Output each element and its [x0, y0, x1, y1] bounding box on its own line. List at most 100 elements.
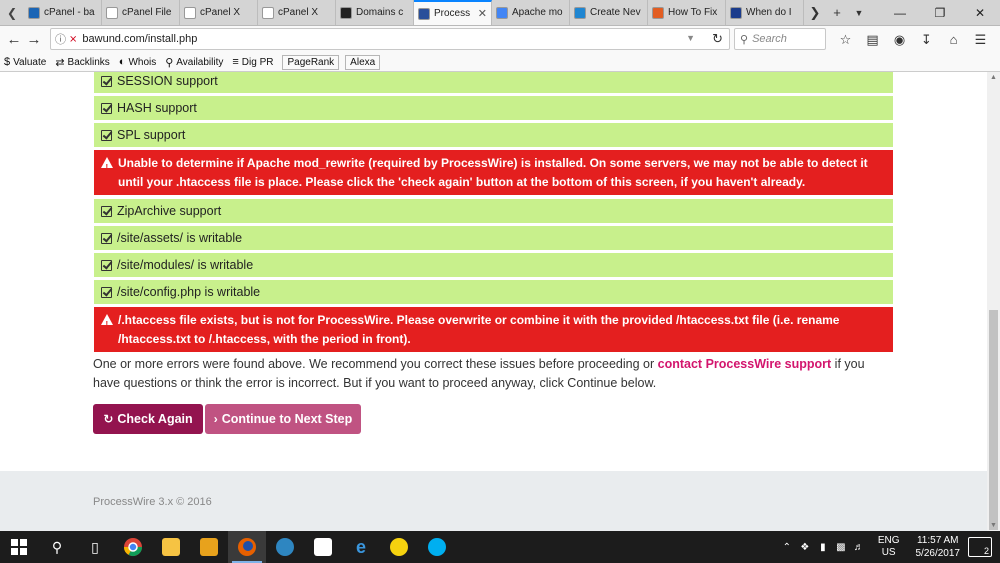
search-input[interactable]: ⚲ Search [734, 28, 826, 50]
minimize-icon[interactable]: — [880, 0, 920, 25]
check-again-button[interactable]: ↻ Check Again [93, 404, 203, 434]
download-icon[interactable]: ↧ [913, 32, 940, 48]
globe-icon: ◐ [118, 56, 126, 68]
magnifier-icon: ⚲ [165, 56, 174, 69]
pocket-icon[interactable]: ◉ [886, 32, 913, 48]
check-success-row: ZipArchive support [94, 199, 893, 223]
tab-label: cPanel File Man [122, 7, 175, 18]
page-footer: ProcessWire 3.x © 2016 [0, 471, 987, 531]
skype-icon[interactable] [418, 531, 456, 563]
url-bar[interactable]: ⓘ ⨯ bawund.com/install.php ▼ ↻ [50, 28, 730, 50]
tab-2[interactable]: cPanel X [180, 0, 258, 25]
language-indicator[interactable]: ENG US [878, 535, 900, 559]
tab-favicon-icon [340, 6, 352, 19]
clock[interactable]: 11:57 AM 5/26/2017 [916, 534, 961, 560]
home-icon[interactable]: ⌂ [940, 32, 967, 47]
reload-icon[interactable]: ↻ [712, 31, 723, 47]
contact-support-link[interactable]: contact ProcessWire support [658, 357, 832, 371]
url-text[interactable]: bawund.com/install.php [82, 33, 197, 45]
continue-button[interactable]: › Continue to Next Step [205, 404, 361, 434]
checkbox-checked-icon [101, 259, 112, 271]
scrollbar-thumb[interactable] [989, 310, 998, 530]
checkbox-checked-icon [101, 286, 112, 298]
battery-icon[interactable]: ▮ [816, 542, 830, 553]
menu-icon[interactable]: ☰ [967, 32, 994, 48]
check-success-row: /site/assets/ is writable [94, 226, 893, 250]
url-dropdown-icon[interactable]: ▼ [686, 33, 695, 43]
back-icon[interactable]: ← [4, 31, 24, 48]
new-tab-icon[interactable]: + [826, 5, 848, 20]
bookmarks-toolbar: $ Valuate ⇄ Backlinks ◐ Whois ⚲ Availability ≡ Di… [0, 53, 1000, 72]
scroll-down-icon[interactable]: ▼ [987, 522, 1000, 529]
tab-scroll-left-icon[interactable]: ❮ [0, 0, 24, 25]
scroll-up-icon[interactable]: ▲ [987, 74, 1000, 81]
tab-0[interactable]: cPanel - ba [24, 0, 102, 25]
tab-label: Apache mo [512, 7, 563, 18]
check-error-row: Unable to determine if Apache mod_rewrit… [94, 150, 893, 195]
tab-list-icon[interactable]: ▼ [848, 8, 870, 18]
restore-icon[interactable]: ❐ [920, 0, 960, 25]
tab-1[interactable]: cPanel File Man [102, 0, 180, 25]
show-hidden-icons-icon[interactable]: ⌃ [780, 542, 794, 553]
firefox-icon[interactable] [228, 531, 266, 563]
tab-label: cPanel X [200, 7, 241, 18]
duck-app-icon[interactable] [380, 531, 418, 563]
bookmark-box-1[interactable]: Alexa [345, 54, 381, 70]
tab-scroll-right-icon[interactable]: ❯ [804, 5, 826, 21]
search-taskbar-icon[interactable]: ⚲ [38, 531, 76, 563]
site-info-icon[interactable]: ⓘ [55, 31, 66, 47]
tab-6[interactable]: Apache mo [492, 0, 570, 25]
start-windows-icon[interactable] [0, 531, 38, 563]
check-success-row: /site/modules/ is writable [94, 253, 893, 277]
tab-label: cPanel X [278, 7, 319, 18]
tab-favicon-icon [574, 6, 586, 19]
rank-icon: ≡ [232, 56, 239, 68]
store-icon[interactable] [304, 531, 342, 563]
bookmark-star-icon[interactable]: ☆ [832, 32, 859, 48]
tab-8[interactable]: How To Fix [648, 0, 726, 25]
tab-label: cPanel - ba [44, 7, 95, 18]
tab-3[interactable]: cPanel X [258, 0, 336, 25]
tab-5[interactable]: Process ✕ [414, 0, 492, 25]
volume-icon[interactable]: ♬ [852, 542, 866, 553]
vertical-scrollbar[interactable]: ▲ ▼ [987, 72, 1000, 531]
notifications-icon[interactable]: 2 [968, 537, 992, 557]
edge-icon[interactable]: e [342, 531, 380, 563]
close-tab-icon[interactable]: ✕ [478, 7, 487, 20]
tab-favicon-icon [28, 6, 40, 19]
bookmark-2[interactable]: ◐ Whois [119, 56, 156, 69]
check-success-row: /site/config.php is writable [94, 280, 893, 304]
dropbox-icon[interactable]: ❖ [798, 542, 812, 553]
tab-favicon-icon [730, 6, 742, 19]
dollar-icon: $ [4, 56, 11, 68]
tab-label: When do I [746, 7, 792, 18]
bookmark-1[interactable]: ⇄ Backlinks [55, 56, 109, 69]
search-placeholder: Search [752, 33, 787, 45]
bookmark-box-0[interactable]: PageRank [282, 54, 340, 70]
task-view-icon[interactable]: ▯ [76, 531, 114, 563]
insecure-lock-icon[interactable]: ⨯ [69, 34, 77, 45]
warning-icon [101, 314, 113, 334]
reading-list-icon[interactable]: ▤ [859, 32, 886, 48]
error-notice: One or more errors were found above. We … [93, 357, 865, 390]
check-success-row: HASH support [94, 96, 893, 120]
tab-label: How To Fix [668, 7, 718, 18]
tab-label: Create Nev [590, 7, 641, 18]
close-window-icon[interactable]: ✕ [960, 0, 1000, 25]
bookmark-0[interactable]: $ Valuate [4, 56, 46, 69]
forward-icon[interactable]: → [24, 31, 44, 48]
file-explorer-icon[interactable] [152, 531, 190, 563]
app-icon[interactable] [190, 531, 228, 563]
bookmark-3[interactable]: ⚲ Availability [165, 56, 223, 69]
tab-label: Process [434, 8, 471, 19]
network-icon[interactable]: ▩ [834, 542, 848, 553]
magnifier-app-icon[interactable] [266, 531, 304, 563]
tab-4[interactable]: Domains c [336, 0, 414, 25]
navigation-bar: ← → ⓘ ⨯ bawund.com/install.php ▼ ↻ ⚲ Sea… [0, 26, 1000, 53]
tab-7[interactable]: Create Nev [570, 0, 648, 25]
bookmark-4[interactable]: ≡ Dig PR [232, 56, 273, 69]
tab-9[interactable]: When do I [726, 0, 804, 25]
checkbox-checked-icon [101, 129, 112, 141]
chevron-right-icon: › [213, 412, 218, 426]
chrome-icon[interactable] [114, 531, 152, 563]
